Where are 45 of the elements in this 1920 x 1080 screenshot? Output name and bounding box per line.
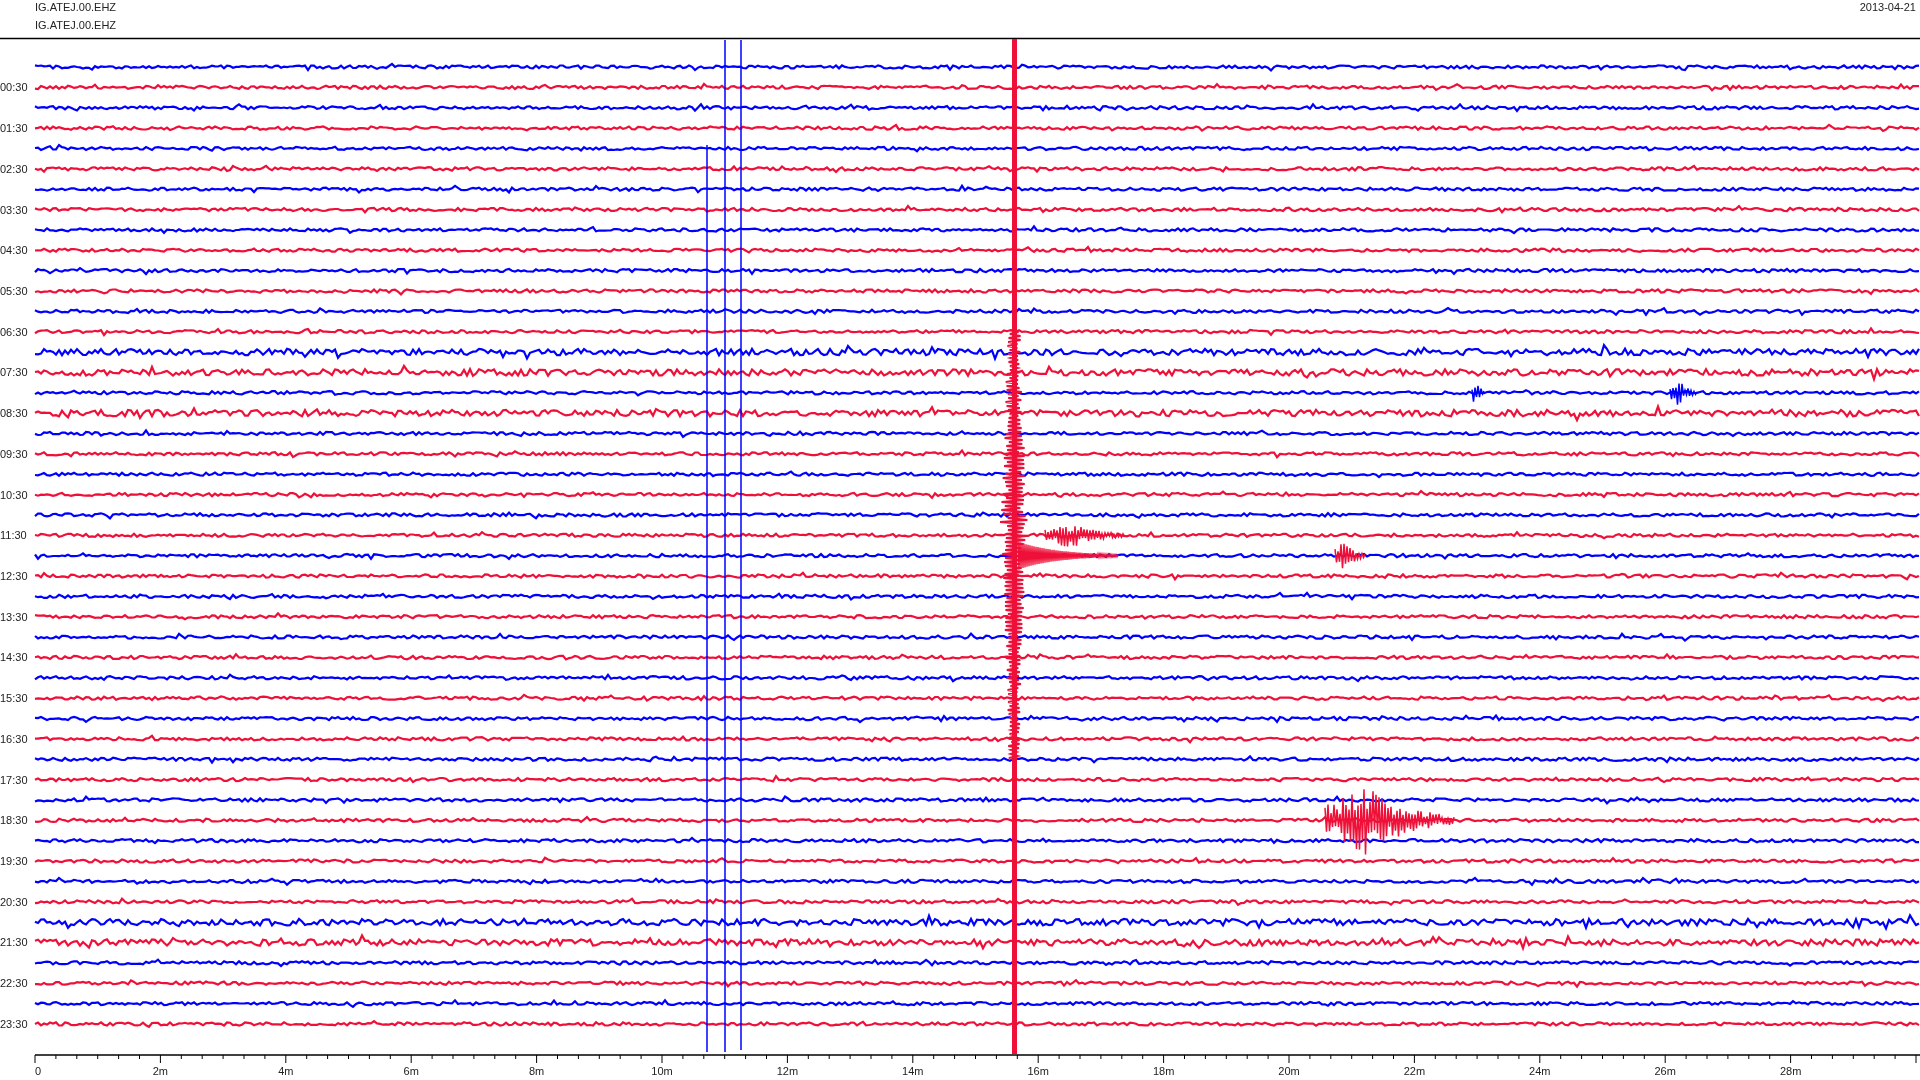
axis-label: 22m <box>1403 1065 1426 1077</box>
axis-label: 18m <box>1152 1065 1175 1077</box>
time-label: 21:30 <box>0 936 28 949</box>
station-label: IG.ATEJ.00.EHZ <box>35 19 117 31</box>
axis-label: 12m <box>776 1065 799 1077</box>
time-label: 12:30 <box>0 570 28 582</box>
axis-label: 10m <box>651 1065 673 1077</box>
axis-label: 2m <box>152 1065 169 1077</box>
time-label: 03:30 <box>0 203 28 216</box>
date-label: 2013-04-21 <box>1859 1 1916 13</box>
time-label: 00:30 <box>0 81 28 94</box>
time-label: 08:30 <box>0 407 28 420</box>
time-label: 01:30 <box>0 122 28 135</box>
axis-label: 0 <box>35 1065 42 1077</box>
seismic-event <box>1471 385 1485 403</box>
station-label: IG.ATEJ.00.EHZ <box>35 1 117 13</box>
time-label: 19:30 <box>0 855 28 868</box>
axis-label: 8m <box>528 1065 545 1077</box>
time-label: 18:30 <box>0 814 28 827</box>
axis-label: 28m <box>1779 1065 1802 1077</box>
time-label: 05:30 <box>0 284 28 297</box>
time-label: 16:30 <box>0 732 28 745</box>
seismic-event <box>1334 542 1366 569</box>
time-label: 17:30 <box>0 773 28 786</box>
time-label: 22:30 <box>0 977 28 990</box>
time-label: 04:30 <box>0 244 28 257</box>
seismic-event <box>1669 382 1698 406</box>
time-label: 10:30 <box>0 488 28 501</box>
axis-label: 6m <box>403 1065 419 1077</box>
axis-label: 24m <box>1529 1065 1551 1077</box>
axis-label: 4m <box>278 1065 294 1077</box>
axis-label: 16m <box>1027 1065 1049 1077</box>
axis-label: 14m <box>902 1065 924 1077</box>
axis-label: 20m <box>1278 1065 1300 1077</box>
time-label: 11:30 <box>0 529 27 542</box>
time-label: 13:30 <box>0 610 28 623</box>
time-label: 23:30 <box>0 1017 28 1030</box>
time-label: 09:30 <box>0 447 28 460</box>
time-label: 06:30 <box>0 325 28 338</box>
time-label: 02:30 <box>0 162 28 175</box>
time-label: 07:30 <box>0 366 28 379</box>
axis-label: 26m <box>1654 1065 1676 1077</box>
time-label: 14:30 <box>0 651 28 664</box>
time-label: 15:30 <box>0 692 28 705</box>
time-label: 20:30 <box>0 895 28 908</box>
